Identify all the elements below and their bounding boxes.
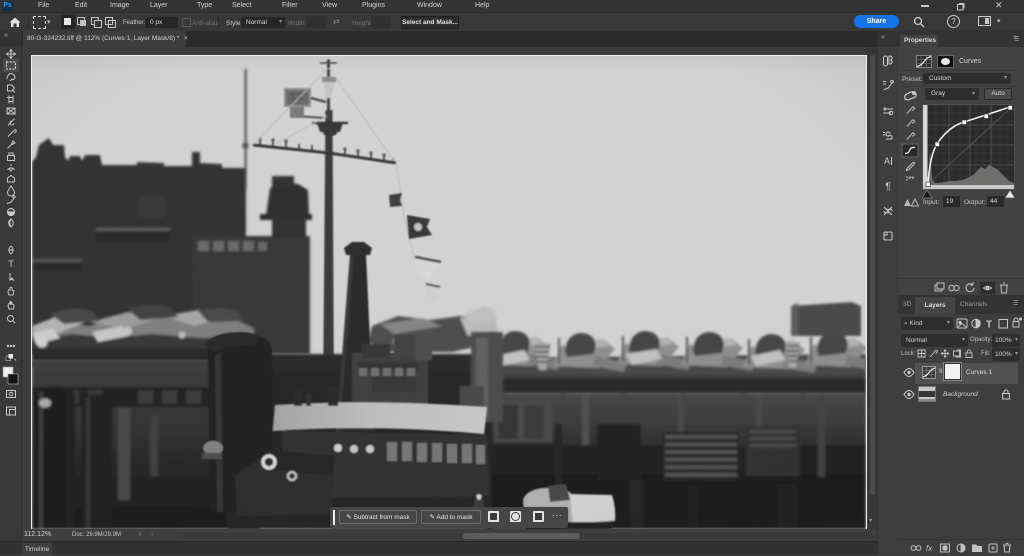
svg-text:T: T xyxy=(8,259,14,269)
svg-text:fx: fx xyxy=(926,544,933,553)
svg-text:¶: ¶ xyxy=(885,182,890,193)
svg-text:T: T xyxy=(986,320,992,331)
svg-text:A: A xyxy=(884,156,890,166)
